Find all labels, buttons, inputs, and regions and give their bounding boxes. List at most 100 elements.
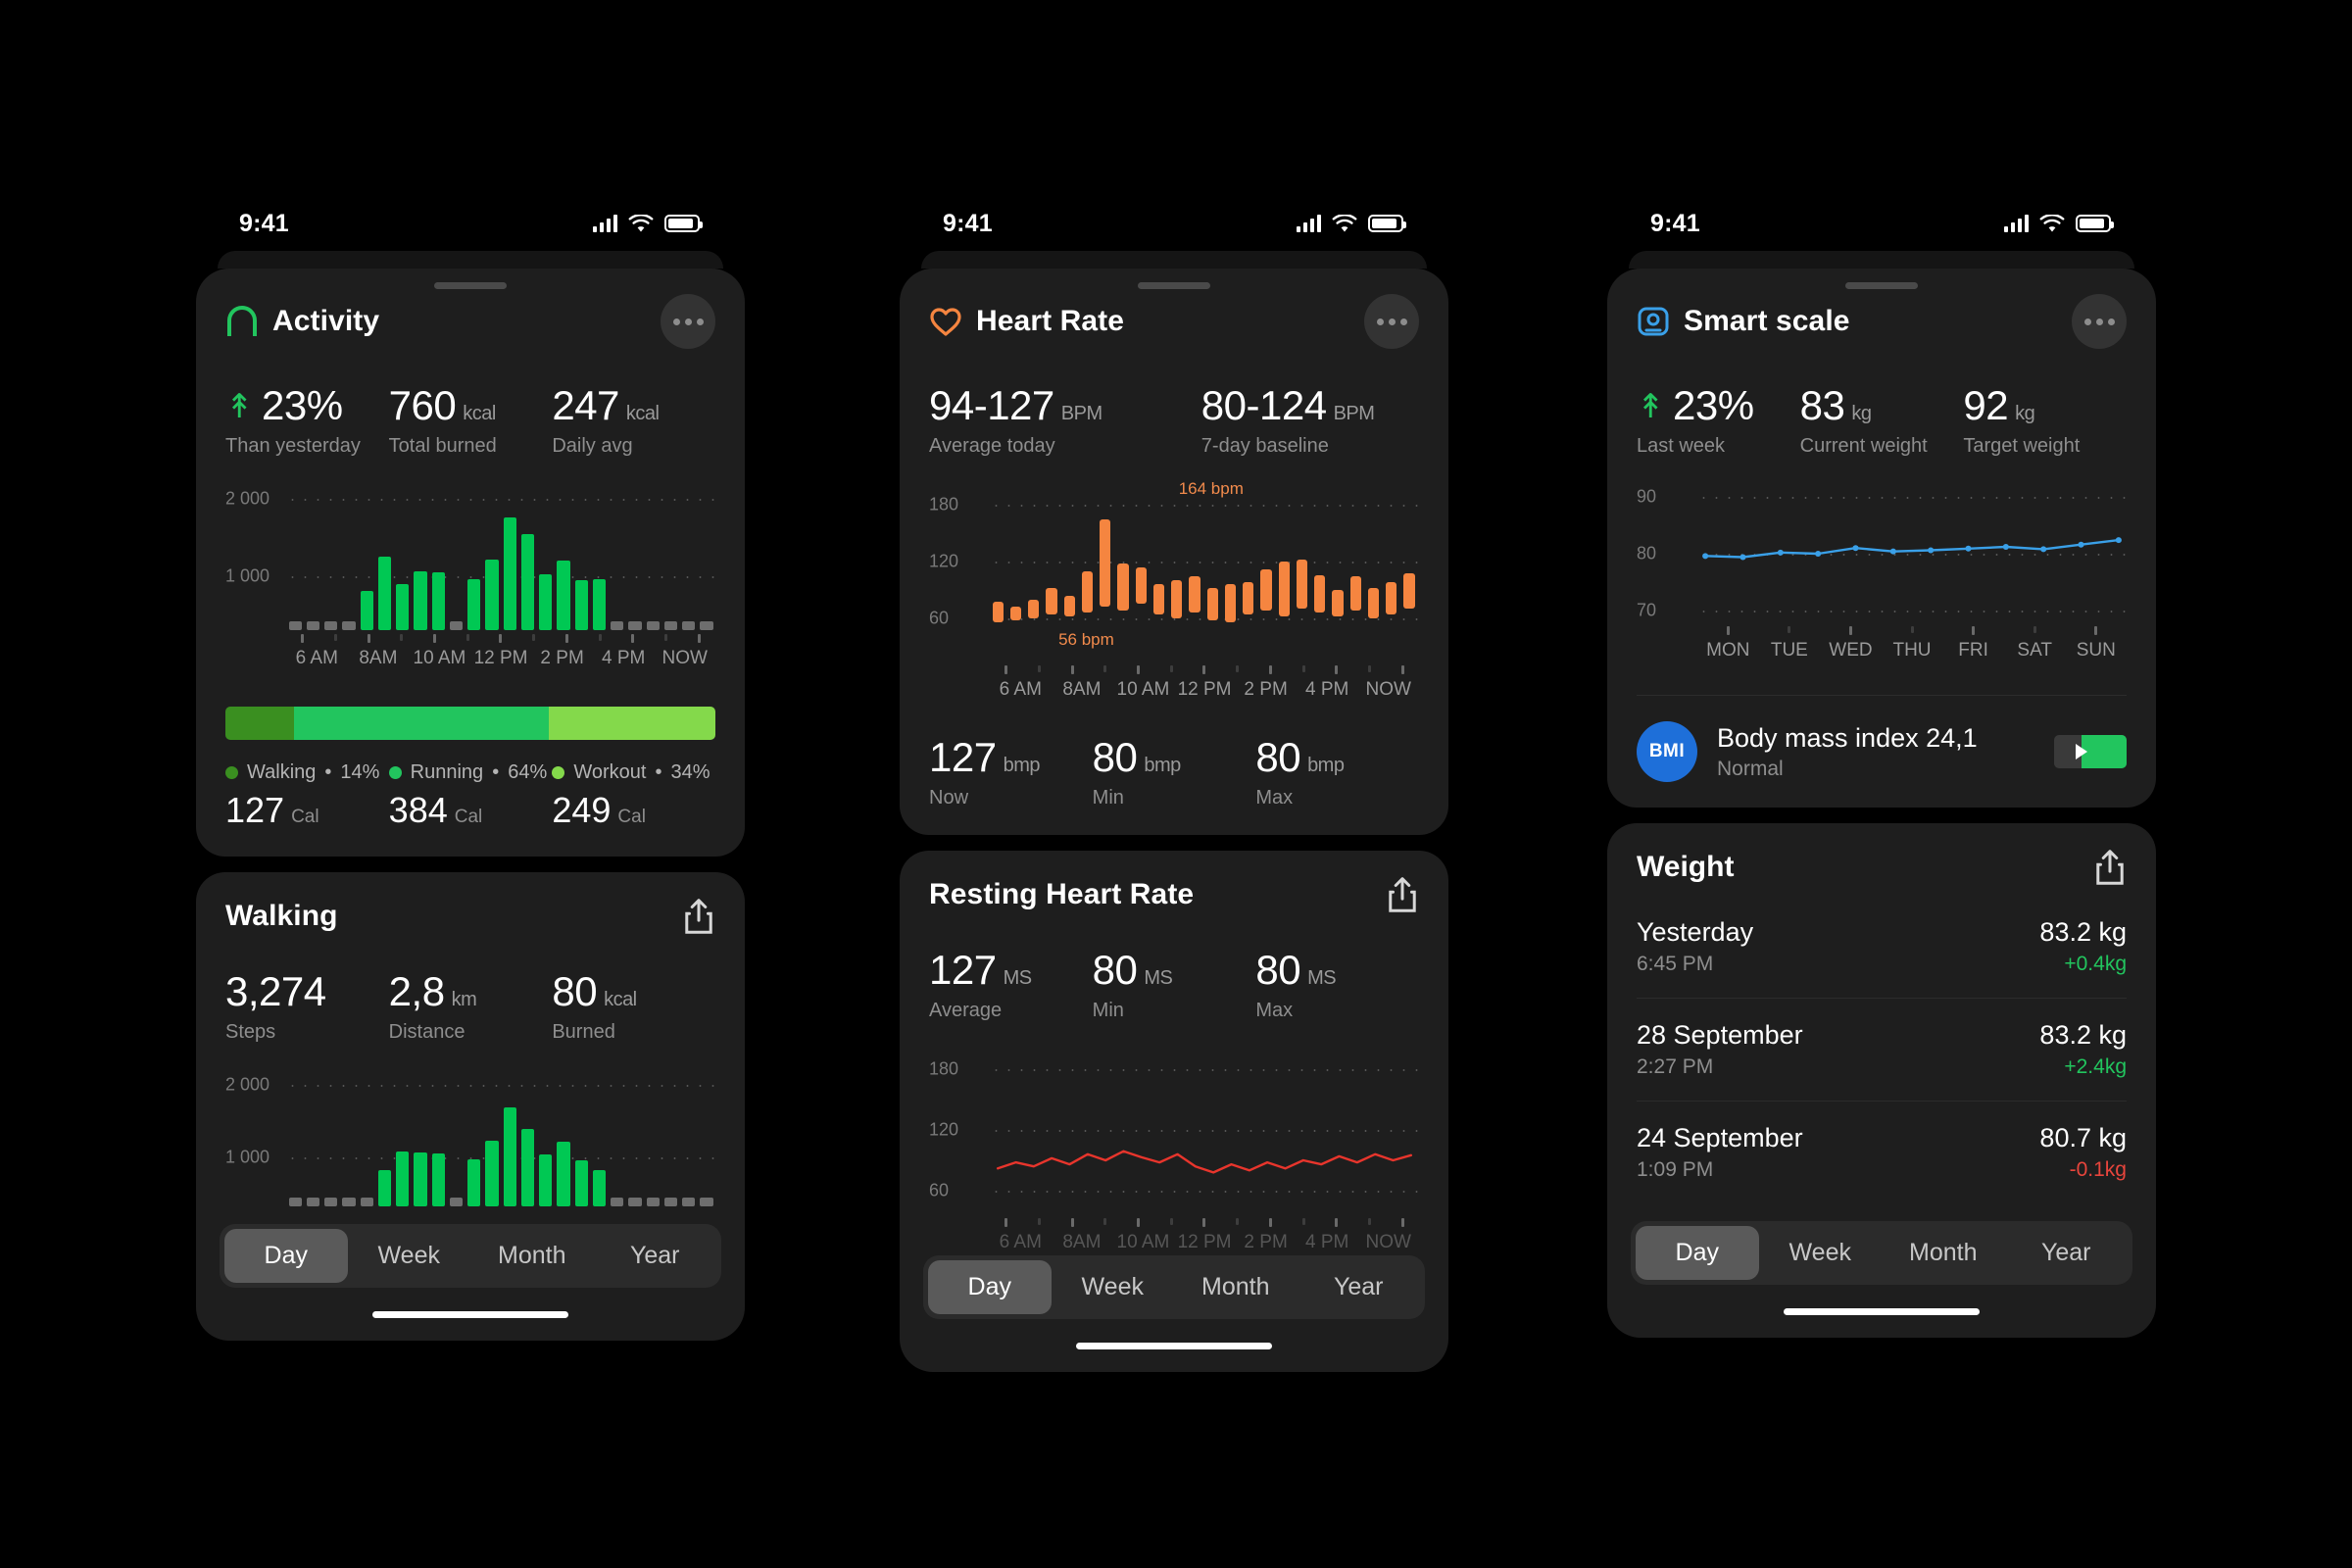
legend-unit: Cal xyxy=(454,807,483,827)
chart-point xyxy=(1965,545,1972,552)
entry-delta: +0.4kg xyxy=(2064,953,2127,975)
heart-rate-x-axis: 6 AM 8AM 10 AM 12 PM 2 PM 4 PM NOW xyxy=(990,665,1419,709)
more-options-icon[interactable] xyxy=(1364,294,1419,349)
line-series xyxy=(1702,537,2122,561)
bmi-row[interactable]: BMI Body mass index 24,1 Normal xyxy=(1637,695,2127,782)
phone-activity: 9:41 Activity ↟ 23% Than yesterday 760 k… xyxy=(196,196,745,1341)
tab-month[interactable]: Month xyxy=(1174,1260,1298,1314)
stat-value: 3,274 xyxy=(225,968,326,1014)
stat-target-weight: 92 kg Target weight xyxy=(1963,382,2127,458)
stat-average-today: 94-127 BPM Average today xyxy=(929,382,1201,458)
more-options-icon[interactable] xyxy=(2072,294,2127,349)
card-stack-peek xyxy=(921,251,1427,269)
axis-tick xyxy=(451,634,484,643)
legend-dot xyxy=(552,766,565,779)
stat-label: Burned xyxy=(552,1021,615,1043)
chart-bar xyxy=(288,1198,302,1206)
sheet-grabber[interactable] xyxy=(1138,282,1210,289)
chart-bar xyxy=(611,1198,624,1206)
entry-date: Yesterday xyxy=(1637,917,1754,947)
range-bar xyxy=(1081,570,1094,613)
tab-month[interactable]: Month xyxy=(1882,1226,2005,1280)
tab-year[interactable]: Year xyxy=(594,1229,717,1283)
more-options-icon[interactable] xyxy=(661,294,715,349)
range-bar xyxy=(1100,519,1111,608)
chart-point xyxy=(2078,541,2084,548)
legend-value: 249 xyxy=(552,790,612,830)
tab-year[interactable]: Year xyxy=(1298,1260,1421,1314)
y-tick-60: 60 xyxy=(929,608,950,628)
home-indicator xyxy=(929,1319,1419,1372)
axis-labels: 6 AM 8AM 10 AM 12 PM 2 PM 4 PM NOW xyxy=(286,648,715,669)
entry-weight: 80.7 kg xyxy=(2039,1123,2127,1152)
stat-value: 247 xyxy=(552,382,619,428)
stat-value: 80 xyxy=(1092,734,1138,780)
chart-point xyxy=(2002,544,2009,551)
chart-bar xyxy=(646,621,660,630)
legend-percent: 14% xyxy=(340,761,380,783)
stat-unit: kcal xyxy=(625,403,660,424)
sheet-grabber[interactable] xyxy=(1845,282,1918,289)
axis-tick xyxy=(1154,665,1188,674)
axis-tick xyxy=(551,634,584,643)
stat-label: Average today xyxy=(929,435,1055,457)
heart-rate-plot: 164 bpm 56 bpm xyxy=(990,479,1419,649)
weight-entry-row[interactable]: Yesterday 6:45 PM 83.2 kg +0.4kg xyxy=(1637,896,2127,999)
chart-bar xyxy=(700,621,713,630)
tab-month[interactable]: Month xyxy=(470,1229,594,1283)
up-arrow-icon: ↟ xyxy=(1637,388,1665,425)
entry-weight: 83.2 kg xyxy=(2039,1020,2127,1050)
stat-unit: MS xyxy=(1307,967,1337,989)
home-indicator xyxy=(225,1288,715,1341)
tab-week[interactable]: Week xyxy=(348,1229,471,1283)
weight-x-axis: MON TUE WED THU FRI SAT SUN xyxy=(1697,626,2127,669)
tab-week[interactable]: Week xyxy=(1759,1226,1883,1280)
axis-tick xyxy=(1287,1218,1320,1227)
range-bar xyxy=(1171,580,1183,618)
tab-day[interactable]: Day xyxy=(1636,1226,1759,1280)
chart-point xyxy=(1777,549,1784,556)
entry-delta: -0.1kg xyxy=(2069,1158,2127,1181)
stat-value: 80 xyxy=(1255,734,1301,780)
share-icon[interactable] xyxy=(1386,876,1419,913)
activity-bar-chart: 2 000 1 000 xyxy=(225,483,715,630)
weight-section-title: Weight xyxy=(1637,851,1735,883)
axis-tick xyxy=(1254,1218,1288,1227)
sheet-grabber[interactable] xyxy=(434,282,507,289)
axis-label: 6 AM xyxy=(999,679,1042,700)
y-tick-180: 180 xyxy=(929,494,959,514)
stat-total-burned: 760 kcal Total burned xyxy=(389,382,553,458)
activity-card: Activity ↟ 23% Than yesterday 760 kcal Tot… xyxy=(196,269,745,857)
axis-tick xyxy=(1882,626,1943,635)
stat-label: Total burned xyxy=(388,435,497,457)
y-tick-2000: 2 000 xyxy=(225,488,270,509)
tab-day[interactable]: Day xyxy=(928,1260,1052,1314)
stat-label: Than yesterday xyxy=(225,435,361,457)
screenshot-stage: 9:41 Activity ↟ 23% Than yesterday 760 k… xyxy=(0,0,2352,1568)
chart-bar xyxy=(306,1198,319,1206)
chart-bar xyxy=(377,557,391,630)
stat-value: 23% xyxy=(262,382,343,428)
axis-tick xyxy=(1287,665,1320,674)
share-icon[interactable] xyxy=(682,898,715,935)
y-tick-80: 80 xyxy=(1637,543,1657,564)
status-icons xyxy=(2004,214,2114,233)
weight-entry-row[interactable]: 24 September 1:09 PM 80.7 kg -0.1kg xyxy=(1637,1102,2127,1203)
axis-tick xyxy=(1759,626,1821,635)
tab-year[interactable]: Year xyxy=(2005,1226,2129,1280)
axis-tick xyxy=(1254,665,1288,674)
axis-labels: 6 AM 8AM 10 AM 12 PM 2 PM 4 PM NOW xyxy=(990,679,1419,701)
range-bar xyxy=(1332,590,1344,617)
wifi-icon xyxy=(2039,214,2065,231)
axis-label: NOW xyxy=(1365,679,1411,700)
tab-day[interactable]: Day xyxy=(224,1229,348,1283)
tab-week[interactable]: Week xyxy=(1052,1260,1175,1314)
weight-entry-row[interactable]: 28 September 2:27 PM 83.2 kg +2.4kg xyxy=(1637,999,2127,1102)
axis-tick xyxy=(1154,1218,1188,1227)
entry-time: 2:27 PM xyxy=(1637,1055,1714,1078)
chart-bar xyxy=(539,573,553,630)
share-icon[interactable] xyxy=(2093,849,2127,886)
stat-unit: kg xyxy=(1851,403,1872,424)
axis-tick xyxy=(682,634,715,643)
axis-tick xyxy=(1320,1218,1353,1227)
